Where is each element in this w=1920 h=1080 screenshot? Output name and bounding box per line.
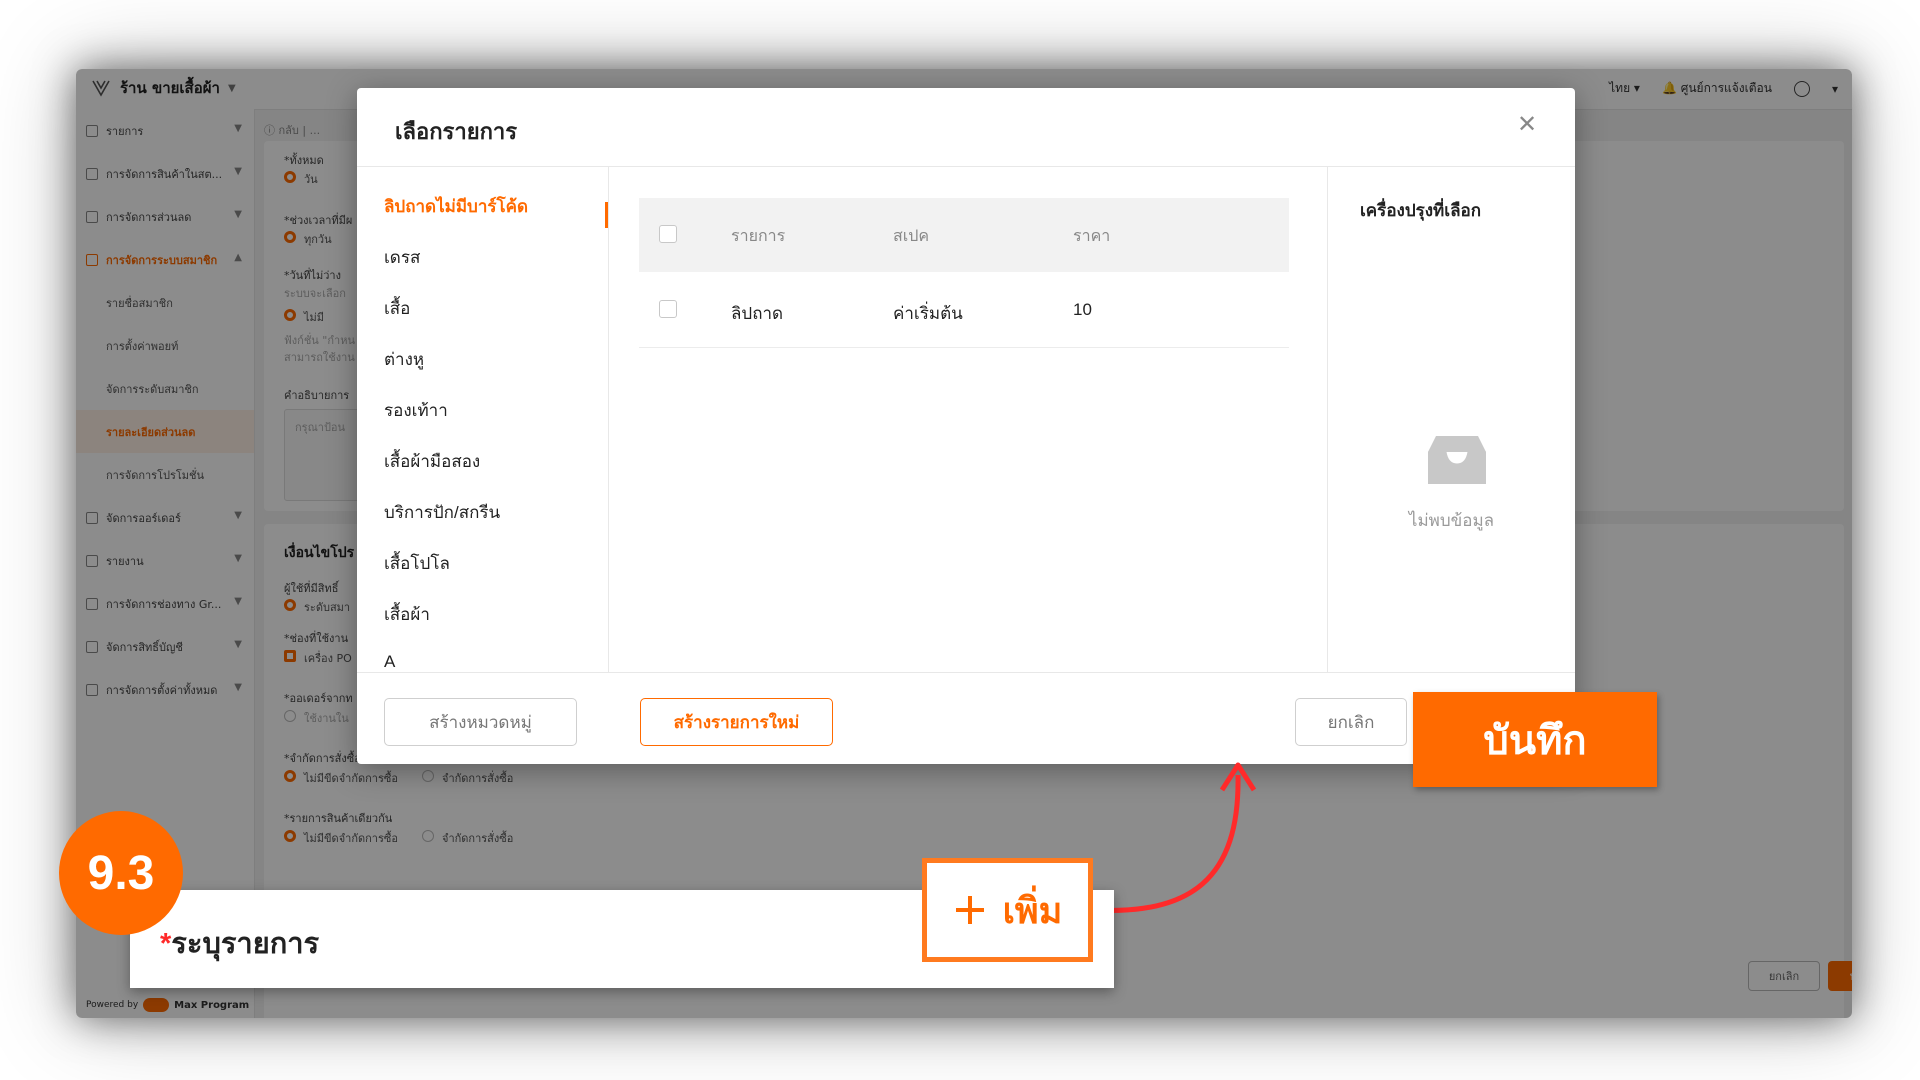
cell-item: ลิปถาด — [731, 304, 784, 323]
selected-title: เครื่องปรุงที่เลือก — [1360, 201, 1481, 220]
cancel-button[interactable]: ยกเลิก — [1295, 698, 1407, 746]
table-header: รายการ สเปค ราคา — [639, 198, 1289, 272]
field-label: *ระบุรายการ — [160, 920, 319, 966]
close-icon[interactable]: ✕ — [1513, 110, 1541, 138]
empty-inbox-icon — [1428, 436, 1486, 484]
column-header-item: รายการ — [731, 228, 786, 245]
active-indicator — [605, 202, 608, 228]
add-button[interactable]: เพิ่ม — [922, 858, 1093, 962]
category-item[interactable]: ลิปถาดไม่มีบาร์โค้ด — [384, 193, 528, 220]
divider — [357, 672, 1575, 673]
select-all-checkbox[interactable] — [659, 225, 677, 243]
step-badge: 9.3 — [59, 811, 183, 935]
create-category-button[interactable]: สร้างหมวดหมู่ — [384, 698, 577, 746]
category-item[interactable]: บริการปัก/สกรีน — [384, 499, 500, 526]
category-item[interactable]: เดรส — [384, 244, 420, 271]
category-item[interactable]: ต่างหู — [384, 346, 424, 373]
selected-panel: เครื่องปรุงที่เลือก ไม่พบข้อมูล — [1328, 167, 1575, 672]
row-checkbox[interactable] — [659, 300, 677, 318]
category-list: ลิปถาดไม่มีบาร์โค้ดเดรสเสื้อต่างหูรองเท้… — [357, 167, 609, 672]
field-label-text: ระบุรายการ — [171, 928, 320, 960]
save-button[interactable]: บันทึก — [1413, 692, 1657, 787]
plus-icon — [955, 896, 984, 924]
select-item-modal: เลือกรายการ ✕ ลิปถาดไม่มีบาร์โค้ดเดรสเสื… — [357, 88, 1575, 764]
category-item[interactable]: เสื้อผ้า — [384, 601, 430, 628]
required-mark: * — [160, 928, 172, 960]
add-label: เพิ่ม — [1002, 889, 1063, 931]
item-table-panel: รายการ สเปค ราคา ลิปถาด ค่าเริ่มต้น 10 — [609, 167, 1328, 672]
modal-title: เลือกรายการ — [395, 119, 518, 144]
column-header-spec: สเปค — [893, 228, 930, 245]
column-header-price: ราคา — [1073, 228, 1111, 245]
category-item[interactable]: เสื้อผ้ามือสอง — [384, 448, 480, 475]
category-item[interactable]: A — [384, 652, 395, 672]
cell-price: 10 — [1073, 300, 1092, 319]
category-item[interactable]: เสื้อ — [384, 295, 410, 322]
create-item-button[interactable]: สร้างรายการใหม่ — [640, 698, 833, 746]
cell-spec: ค่าเริ่มต้น — [893, 304, 963, 323]
table-row[interactable]: ลิปถาด ค่าเริ่มต้น 10 — [639, 272, 1289, 348]
empty-text: ไม่พบข้อมูล — [1408, 511, 1495, 530]
category-item[interactable]: เสื้อโปโล — [384, 550, 450, 577]
category-item[interactable]: รองเท้าา — [384, 397, 448, 424]
